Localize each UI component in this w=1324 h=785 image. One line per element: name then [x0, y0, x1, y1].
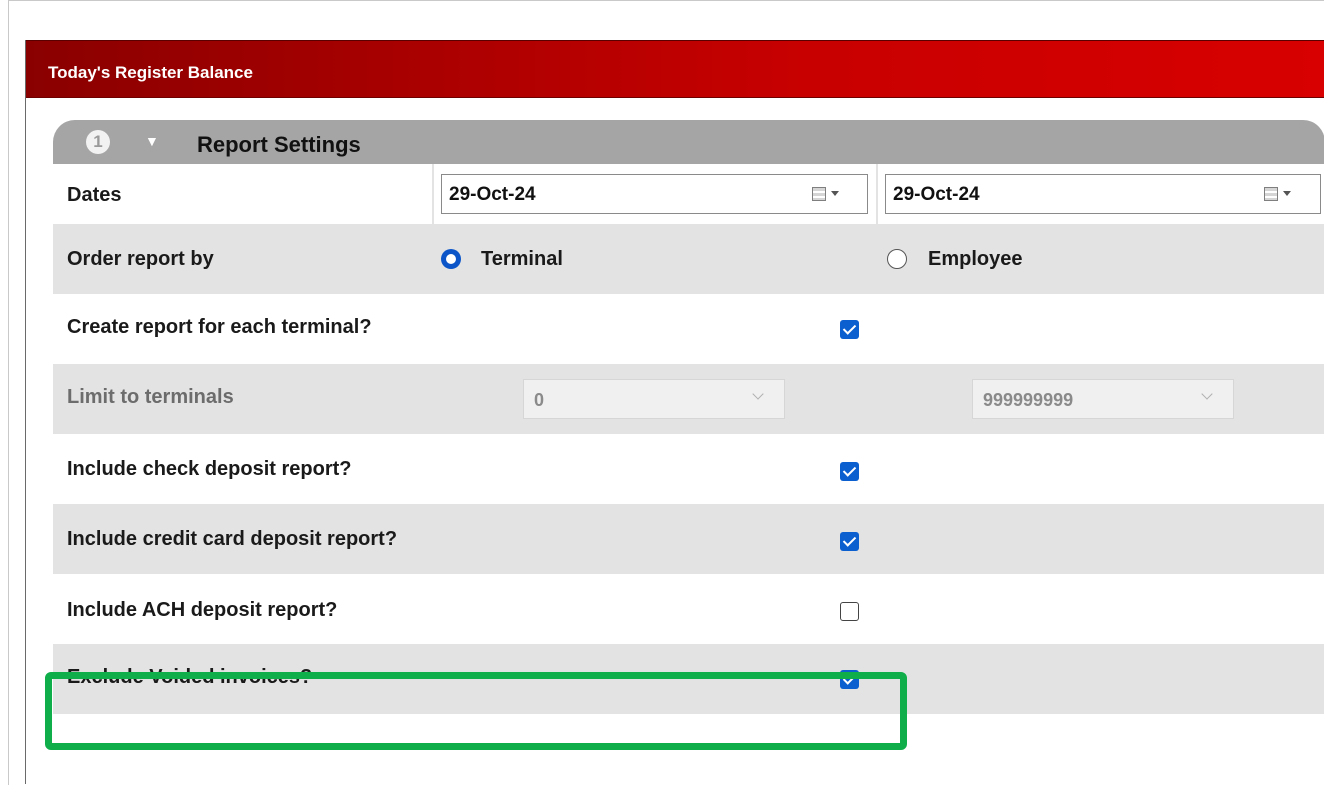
section-header[interactable]: 1 ▼ Report Settings [53, 120, 1324, 164]
chevron-down-icon [1201, 388, 1213, 400]
terminal-from-select[interactable]: 0 [523, 379, 785, 419]
ach-deposit-checkbox[interactable] [840, 602, 859, 621]
terminal-to-value: 999999999 [983, 390, 1074, 410]
window-title: Today's Register Balance [48, 63, 253, 82]
terminal-to-select[interactable]: 999999999 [972, 379, 1234, 419]
date-from-input[interactable]: 29-Oct-24 [441, 174, 868, 214]
create-each-label: Create report for each terminal? [67, 316, 372, 338]
check-deposit-checkbox[interactable] [840, 462, 859, 481]
dates-label: Dates [67, 184, 122, 206]
date-to-value: 29-Oct-24 [893, 184, 980, 205]
terminal-from-value: 0 [534, 390, 545, 410]
limit-terminals-label: Limit to terminals [67, 386, 234, 408]
limit-terminals-row: Limit to terminals 0 999999999 [53, 364, 1324, 434]
section-title: Report Settings [197, 132, 361, 157]
calendar-icon[interactable] [1264, 187, 1278, 201]
check-deposit-row: Include check deposit report? [53, 434, 1324, 504]
credit-card-deposit-checkbox[interactable] [840, 532, 859, 551]
ach-deposit-row: Include ACH deposit report? [53, 574, 1324, 644]
terminal-radio-label[interactable]: Terminal [481, 248, 563, 271]
chevron-down-icon [752, 388, 764, 400]
cell-divider [432, 164, 434, 224]
date-from-value: 29-Oct-24 [449, 184, 536, 205]
create-each-checkbox[interactable] [840, 320, 859, 339]
terminal-radio[interactable] [441, 249, 461, 269]
chevron-down-icon[interactable] [831, 191, 839, 196]
highlight-annotation [45, 672, 907, 750]
credit-card-deposit-row: Include credit card deposit report? [53, 504, 1324, 574]
check-deposit-label: Include check deposit report? [67, 458, 352, 480]
cell-divider [876, 164, 878, 224]
collapse-arrow-icon[interactable]: ▼ [145, 133, 159, 149]
order-by-label: Order report by [67, 248, 214, 270]
window-titlebar: Today's Register Balance [26, 40, 1324, 98]
calendar-icon[interactable] [812, 187, 826, 201]
step-number-badge: 1 [86, 130, 110, 154]
employee-radio[interactable] [887, 249, 907, 269]
credit-card-deposit-label: Include credit card deposit report? [67, 528, 398, 550]
order-by-row: Order report by Terminal Employee [53, 224, 1324, 294]
create-each-row: Create report for each terminal? [53, 294, 1324, 364]
dates-row: Dates 29-Oct-24 29-Oct-24 [53, 164, 1324, 224]
chevron-down-icon[interactable] [1283, 191, 1291, 196]
date-to-input[interactable]: 29-Oct-24 [885, 174, 1321, 214]
employee-radio-label[interactable]: Employee [928, 248, 1022, 271]
ach-deposit-label: Include ACH deposit report? [67, 599, 338, 621]
